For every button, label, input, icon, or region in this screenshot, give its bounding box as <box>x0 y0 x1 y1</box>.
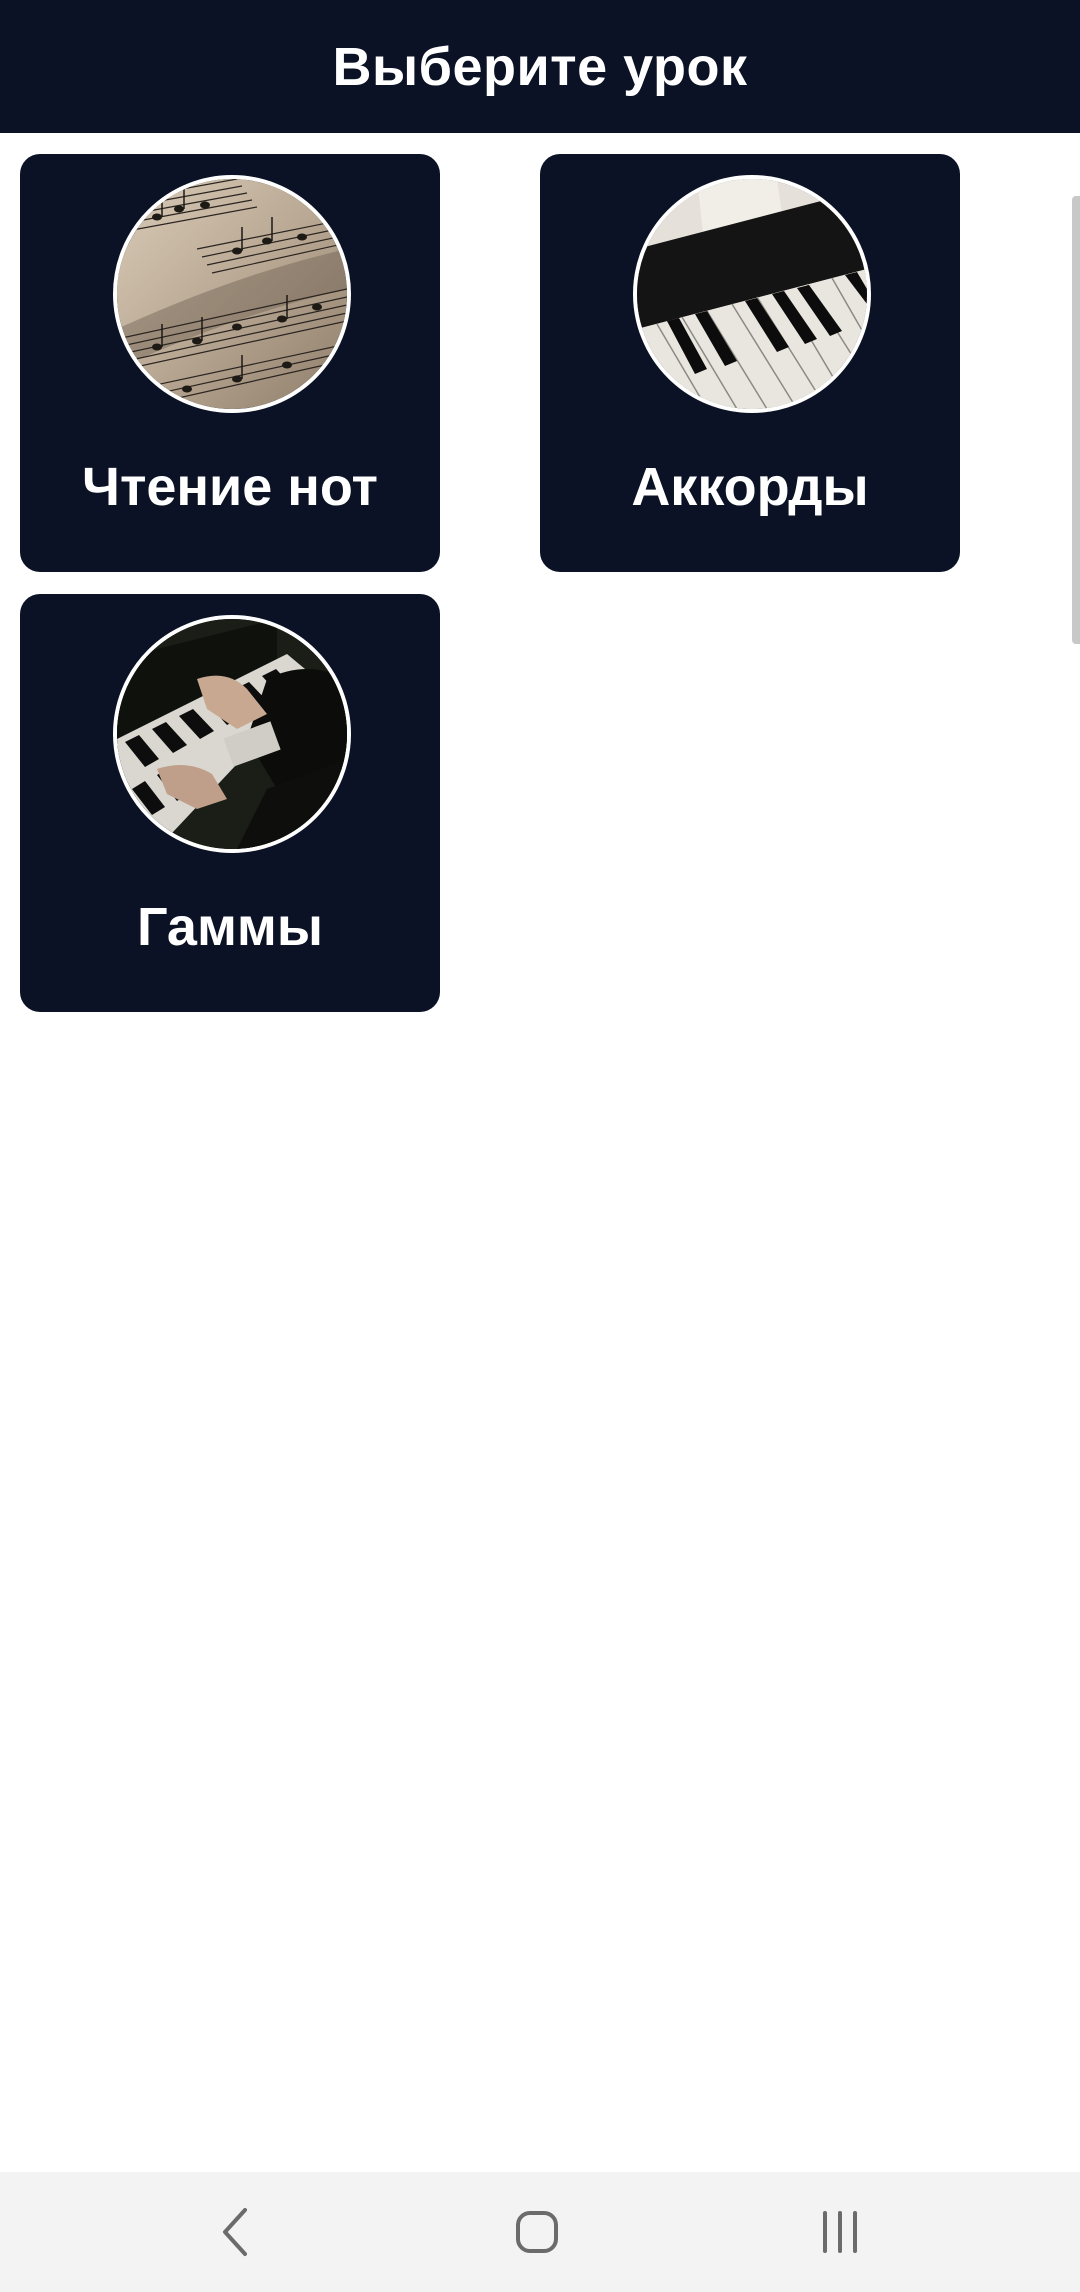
system-navigation-bar <box>0 2172 1080 2292</box>
sheet-music-image <box>113 175 351 413</box>
recents-button[interactable] <box>780 2192 900 2272</box>
top-app-bar: Выберите урок <box>0 0 1080 133</box>
lesson-card-chords[interactable]: Аккорды <box>540 154 960 572</box>
scrollbar[interactable] <box>1072 196 1080 644</box>
home-icon <box>516 2211 558 2253</box>
app-root: Выберите урок Чтение нот Аккорды Гаммы <box>0 0 1080 2292</box>
lesson-card-reading-notes[interactable]: Чтение нот <box>20 154 440 572</box>
home-button[interactable] <box>477 2192 597 2272</box>
lesson-card-label: Аккорды <box>631 457 869 517</box>
piano-keys-image <box>633 175 871 413</box>
lesson-card-label: Чтение нот <box>82 457 378 517</box>
lesson-card-label: Гаммы <box>137 897 323 957</box>
page-title: Выберите урок <box>332 36 748 97</box>
lesson-card-scales[interactable]: Гаммы <box>20 594 440 1012</box>
back-chevron-icon <box>223 2208 247 2256</box>
hands-on-piano-image <box>113 615 351 853</box>
back-button[interactable] <box>175 2192 295 2272</box>
recents-icon <box>823 2211 857 2253</box>
